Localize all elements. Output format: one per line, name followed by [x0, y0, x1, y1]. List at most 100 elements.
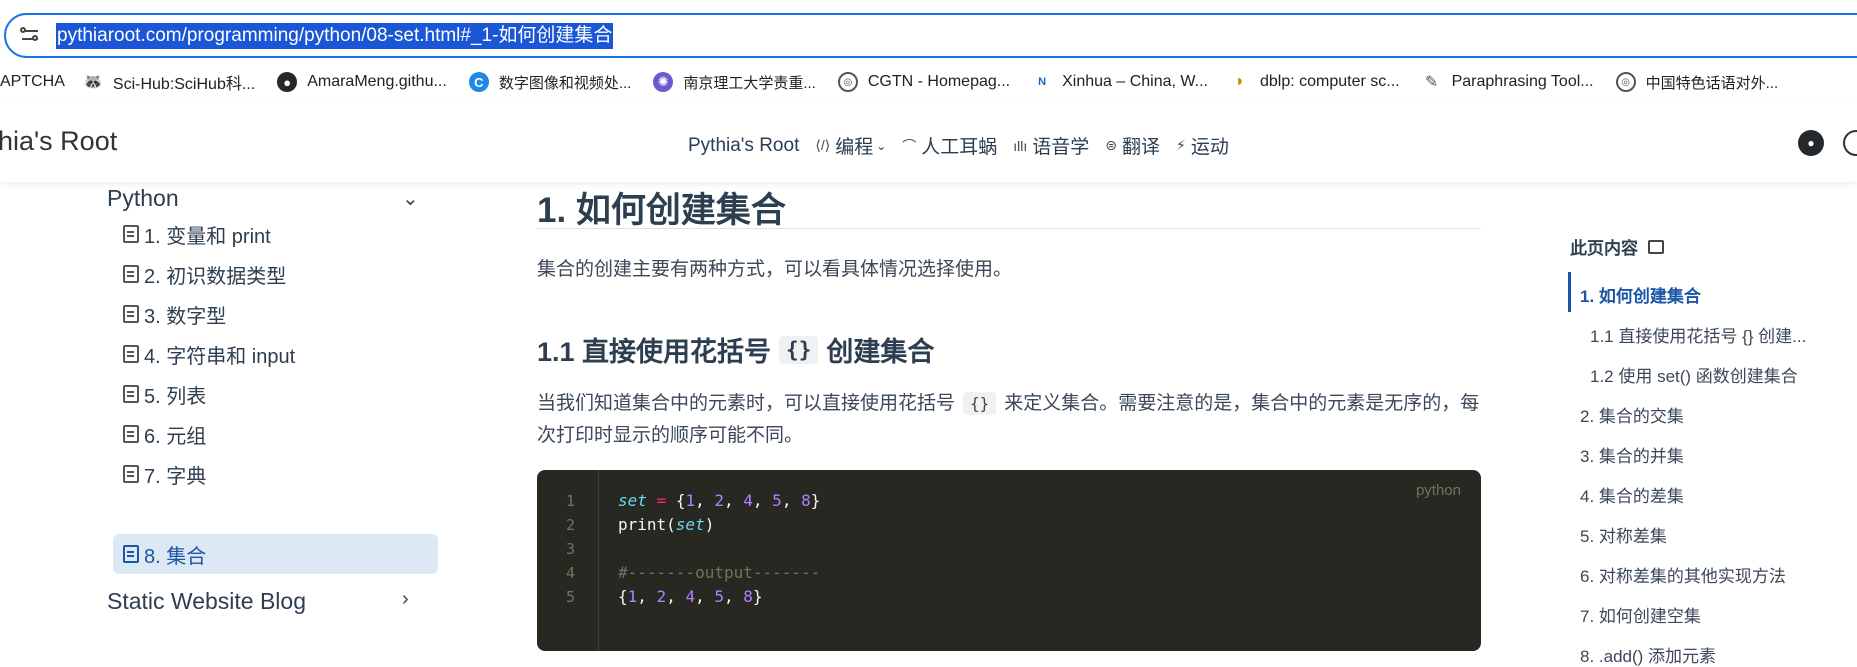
- sidebar-item-label: 7. 字典: [144, 465, 207, 488]
- nav-label: 编程: [835, 137, 874, 158]
- bookmark-xinhua[interactable]: N Xinhua – China, W...: [1032, 72, 1208, 92]
- heading-text: 1.1 直接使用花括号: [537, 337, 772, 367]
- bookmark-label: Sci-Hub:SciHub科...: [112, 76, 256, 93]
- toc-item-6[interactable]: 6. 对称差集的其他实现方法: [1580, 562, 1786, 587]
- document-icon: [123, 465, 139, 483]
- section-heading: 1.1 直接使用花括号 {} 创建集合: [537, 330, 934, 369]
- run-icon: ⚡: [1176, 137, 1186, 153]
- document-icon: [123, 385, 139, 403]
- bookmark-captcha[interactable]: APTCHA: [0, 73, 65, 91]
- toc-item-1-2[interactable]: 1.2 使用 set() 函数创建集合: [1590, 362, 1798, 387]
- toc-item-5[interactable]: 5. 对称差集: [1580, 522, 1667, 547]
- top-nav: Pythia's Root ⟨/⟩ 编程 ⌄ ⌒ 人工耳蜗 ıllı 语音学 ⊜…: [688, 132, 1245, 159]
- code-line-1: set = {1, 2, 4, 5, 8}: [618, 491, 821, 510]
- waveform-icon: ıllı: [1013, 137, 1028, 154]
- nav-programming[interactable]: ⟨/⟩ 编程 ⌄: [815, 132, 886, 159]
- toc-item-1-1[interactable]: 1.1 直接使用花括号 {} 创建...: [1590, 322, 1806, 347]
- document-icon: [123, 545, 139, 563]
- globe-icon: ◎: [837, 72, 858, 92]
- toc-item-4[interactable]: 4. 集合的差集: [1580, 482, 1684, 507]
- bookmark-dblp[interactable]: ◗ dblp: computer sc...: [1230, 72, 1400, 92]
- nav-home[interactable]: Pythia's Root: [688, 135, 799, 157]
- github-icon[interactable]: ●: [1798, 130, 1824, 156]
- chevron-down-icon: ⌄: [876, 138, 887, 153]
- sidebar-item-label: 3. 数字型: [144, 305, 227, 328]
- theme-toggle-icon[interactable]: [1843, 130, 1857, 156]
- sidebar-group-python[interactable]: Python: [107, 185, 179, 212]
- toc-item-7[interactable]: 7. 如何创建空集: [1580, 602, 1701, 627]
- line-number-gutter: 1 2 3 4 5: [537, 470, 599, 651]
- sidebar-item-7[interactable]: 7. 字典: [113, 454, 438, 494]
- code-line-4: #-------output-------: [618, 563, 821, 582]
- sidebar-item-2[interactable]: 2. 初识数据类型: [113, 254, 438, 294]
- bookmark-label: AmaraMeng.githu...: [307, 73, 447, 90]
- nav-phonetics[interactable]: ıllı 语音学: [1013, 132, 1089, 159]
- nav-label: 人工耳蜗: [921, 137, 998, 158]
- bookmark-label: 南京理工大学责重...: [683, 74, 816, 92]
- url-text[interactable]: pythiaroot.com/programming/python/08-set…: [56, 22, 614, 49]
- toc-item-3[interactable]: 3. 集合的并集: [1580, 442, 1684, 467]
- bookmark-cgtn[interactable]: ◎ CGTN - Homepag...: [837, 72, 1010, 92]
- university-icon: ✺: [653, 72, 674, 92]
- nav-label: 语音学: [1032, 137, 1090, 158]
- code-language-label: python: [1415, 482, 1461, 499]
- dblp-icon: ◗: [1235, 73, 1245, 90]
- bookmark-chinese-discourse[interactable]: ◎ 中国特色话语对外...: [1615, 72, 1778, 93]
- title-divider: [537, 228, 1481, 229]
- chevron-right-icon[interactable]: ›: [402, 588, 409, 611]
- code-block[interactable]: 1 2 3 4 5 python set = {1, 2, 4, 5, 8} p…: [537, 470, 1481, 651]
- toc-title-text: 此页内容: [1570, 239, 1638, 258]
- ear-icon: ⌒: [902, 137, 917, 154]
- line-number: 1: [565, 492, 575, 510]
- toc-item-2[interactable]: 2. 集合的交集: [1580, 402, 1684, 427]
- section-paragraph: 当我们知道集合中的元素时，可以直接使用花括号{} 来定义集合。需要注意的是，集合中…: [537, 388, 1481, 452]
- sidebar-group-static-blog[interactable]: Static Website Blog: [107, 588, 306, 615]
- nav-translation[interactable]: ⊜ 翻译: [1105, 132, 1160, 159]
- sidebar-item-4[interactable]: 4. 字符串和 input: [113, 334, 438, 374]
- toc-item-8[interactable]: 8. .add() 添加元素: [1580, 642, 1716, 667]
- news-icon: N: [1038, 76, 1047, 88]
- site-header: hia's Root Pythia's Root ⟨/⟩ 编程 ⌄ ⌒ 人工耳蜗…: [0, 102, 1857, 182]
- nav-sports[interactable]: ⚡ 运动: [1176, 132, 1229, 159]
- intro-paragraph: 集合的创建主要有两种方式，可以看具体情况选择使用。: [537, 259, 1013, 280]
- globe-icon: ◎: [1615, 72, 1636, 92]
- sidebar-item-3[interactable]: 3. 数字型: [113, 294, 438, 334]
- sidebar-item-6[interactable]: 6. 元组: [113, 414, 438, 454]
- line-number: 5: [565, 588, 575, 606]
- browser-toolbar: pythiaroot.com/programming/python/08-set…: [0, 0, 1857, 70]
- table-of-contents: 此页内容 1. 如何创建集合 1.1 直接使用花括号 {} 创建... 1.2 …: [1568, 182, 1857, 666]
- bookmark-paraphrasing[interactable]: ✎ Paraphrasing Tool...: [1422, 72, 1594, 92]
- translate-icon: ⊜: [1105, 137, 1118, 153]
- sidebar-item-5[interactable]: 5. 列表: [113, 374, 438, 414]
- inline-code: {}: [779, 335, 819, 364]
- site-brand[interactable]: hia's Root: [0, 126, 117, 157]
- sidebar-item-8[interactable]: 8. 集合: [113, 534, 438, 574]
- bookmark-label: Paraphrasing Tool...: [1451, 73, 1594, 90]
- document-icon: [123, 345, 139, 363]
- github-icon: ●: [277, 72, 298, 92]
- bookmarks-bar: APTCHA 🦝 Sci-Hub:SciHub科... ● AmaraMeng.…: [0, 62, 1857, 102]
- site-info-icon[interactable]: [20, 26, 40, 46]
- paragraph-text: 当我们知道集合中的元素时，可以直接使用花括号: [537, 393, 956, 414]
- sidebar-item-label: 2. 初识数据类型: [144, 265, 287, 288]
- bookmark-njust[interactable]: ✺ 南京理工大学责重...: [653, 72, 816, 93]
- bookmark-label: Xinhua – China, W...: [1062, 73, 1208, 90]
- line-number: 2: [565, 516, 575, 534]
- code-line-2: print(set): [618, 515, 715, 534]
- print-icon[interactable]: [1648, 239, 1664, 254]
- sidebar-item-1[interactable]: 1. 变量和 print: [113, 214, 438, 254]
- heading-text: 创建集合: [826, 337, 935, 367]
- nav-cochlear[interactable]: ⌒ 人工耳蜗: [902, 132, 997, 159]
- page-title: 1. 如何创建集合: [537, 191, 786, 230]
- bookmark-digital-image[interactable]: C 数字图像和视频处...: [468, 72, 632, 93]
- address-bar[interactable]: pythiaroot.com/programming/python/08-set…: [4, 13, 1857, 58]
- bookmark-scihub[interactable]: 🦝 Sci-Hub:SciHub科...: [83, 70, 255, 94]
- toc-item-1[interactable]: 1. 如何创建集合: [1580, 282, 1701, 307]
- document-icon: [123, 225, 139, 243]
- sidebar-item-label: 5. 列表: [144, 385, 207, 408]
- bookmark-label: dblp: computer sc...: [1259, 73, 1400, 90]
- chevron-down-icon[interactable]: ⌄: [402, 186, 419, 211]
- inline-code: {}: [963, 392, 997, 415]
- bookmark-amarameng[interactable]: ● AmaraMeng.githu...: [277, 72, 447, 92]
- bookmark-label: 数字图像和视频处...: [498, 74, 632, 92]
